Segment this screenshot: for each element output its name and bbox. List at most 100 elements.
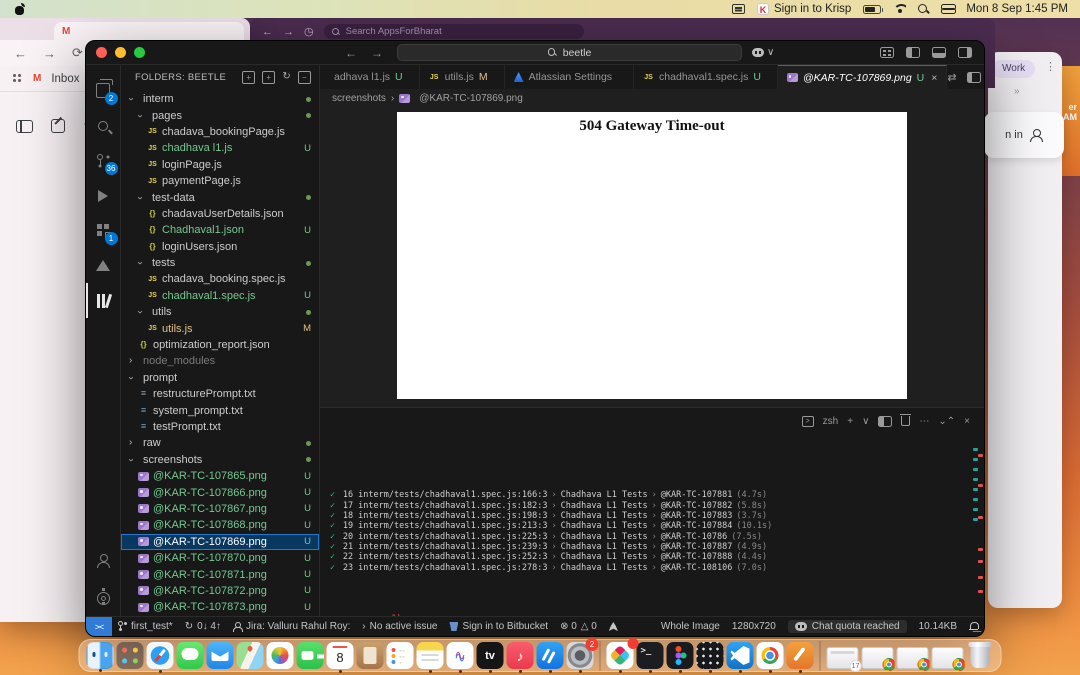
wifi-icon[interactable] (893, 4, 906, 14)
new-file-icon[interactable]: + (242, 71, 255, 84)
tree-item[interactable]: chadhava l1.js U (121, 140, 319, 156)
tree-item[interactable]: Chadhaval1.json U (121, 222, 319, 238)
close-panel-icon[interactable]: × (964, 416, 970, 427)
settings-dock-icon[interactable]: 2 (567, 642, 594, 669)
tree-item[interactable]: utils (121, 304, 319, 320)
shell-label[interactable]: zsh (823, 416, 839, 427)
tree-item[interactable]: @KAR-TC-107873.png U (121, 599, 319, 615)
toggle-sidebar-icon[interactable] (906, 47, 920, 58)
reload-icon[interactable]: ⟳ (72, 45, 83, 61)
collapse-all-icon[interactable]: − (298, 71, 311, 84)
tree-item[interactable]: @KAR-TC-107870.png U (121, 550, 319, 566)
terminal-dock-icon[interactable]: >_ (637, 642, 664, 669)
control-center-icon[interactable] (941, 4, 954, 14)
tab-close-icon[interactable]: × (931, 72, 937, 84)
tree-item[interactable]: pages (121, 107, 319, 123)
overview-ruler[interactable] (973, 436, 983, 614)
dock-separator[interactable] (600, 641, 601, 671)
editor-tab[interactable]: utils.js M (420, 65, 505, 89)
figma-dock-icon[interactable] (667, 642, 694, 669)
nav-forward-icon[interactable]: → (371, 46, 383, 60)
calendar-dock-icon[interactable]: 8 (327, 642, 354, 669)
tree-item[interactable]: @KAR-TC-107865.png U (121, 468, 319, 484)
minimized-window-chrome[interactable] (862, 647, 894, 669)
split-editor-icon[interactable] (967, 72, 981, 83)
tree-item[interactable]: @KAR-TC-107869.png U (121, 534, 319, 550)
tree-item[interactable]: paymentPage.js (121, 173, 319, 189)
editor-tab[interactable]: Atlassian Settings (505, 65, 634, 89)
pencil-dock-icon[interactable] (787, 642, 814, 669)
tree-item[interactable]: utils.js M (121, 320, 319, 336)
command-center-search[interactable]: beetle (397, 44, 742, 61)
work-badge[interactable]: Work (992, 60, 1035, 78)
tree-item[interactable]: chadava_booking.spec.js (121, 271, 319, 287)
new-terminal-icon[interactable]: + (847, 416, 853, 427)
forward-icon[interactable]: → (43, 46, 56, 61)
toggle-secondary-sidebar-icon[interactable] (958, 47, 972, 58)
chevron-down-icon[interactable]: ∨ (862, 416, 869, 427)
dock-separator[interactable] (820, 641, 821, 671)
reminders-dock-icon[interactable] (387, 642, 414, 669)
minimized-window-calendar[interactable]: 17 (827, 647, 859, 669)
kill-terminal-icon[interactable] (901, 416, 910, 426)
maximize-panel-icon[interactable]: ⌄⌃ (938, 416, 955, 427)
maps-dock-icon[interactable] (237, 642, 264, 669)
apple-menu-icon[interactable] (14, 4, 25, 15)
gmail-bookmark-label[interactable]: Inbox (51, 73, 79, 85)
tree-item[interactable]: loginPage.js (121, 157, 319, 173)
tree-item[interactable]: prompt (121, 370, 319, 386)
back-icon[interactable]: ← (14, 46, 27, 61)
bitbucket-signin-item[interactable]: Sign in to Bitbucket (443, 621, 554, 632)
keypad-dock-icon[interactable] (697, 642, 724, 669)
remote-indicator[interactable]: >< (86, 617, 112, 636)
music-dock-icon[interactable]: ♪ (507, 642, 534, 669)
tree-item[interactable]: chadava_bookingPage.js (121, 124, 319, 140)
source-control-icon[interactable]: 36 (86, 143, 121, 178)
slack-dock-icon[interactable] (607, 642, 634, 669)
trash-dock-icon[interactable] (967, 642, 994, 669)
more-actions-icon[interactable]: ⋯ (919, 416, 929, 427)
breadcrumb[interactable]: screenshots › @KAR-TC-107869.png (320, 89, 984, 107)
git-sync-item[interactable]: ↻0↓ 4↑ (179, 621, 227, 632)
toggle-panel-icon[interactable] (932, 47, 946, 58)
history-icon[interactable]: ◷ (304, 25, 314, 38)
tree-item[interactable]: optimization_report.json (121, 337, 319, 353)
settings-gear-icon[interactable] (86, 581, 121, 616)
tree-item[interactable]: @KAR-TC-107872.png U (121, 583, 319, 599)
spotlight-icon[interactable] (918, 4, 929, 15)
testing-icon[interactable] (86, 248, 121, 283)
battery-icon[interactable] (863, 5, 881, 14)
rocket-icon[interactable] (603, 622, 624, 631)
refresh-icon[interactable]: ↻ (282, 71, 291, 84)
apps-search-field[interactable]: Search AppsForBharat (324, 24, 584, 39)
forward-icon[interactable]: → (283, 26, 294, 38)
window-minimize-button[interactable] (115, 47, 126, 58)
tree-item[interactable]: loginUsers.json (121, 239, 319, 255)
image-mode-item[interactable]: Whole Image (655, 621, 726, 632)
appstore-dock-icon[interactable] (537, 642, 564, 669)
messages-dock-icon[interactable] (177, 642, 204, 669)
photos-dock-icon[interactable] (267, 642, 294, 669)
library-icon[interactable] (86, 283, 121, 318)
image-dimensions-item[interactable]: 1280x720 (726, 621, 782, 632)
vscode-dock-icon[interactable] (727, 642, 754, 669)
window-close-button[interactable] (96, 47, 107, 58)
kebab-menu-icon[interactable]: ⋮ (1045, 60, 1056, 73)
accounts-icon[interactable] (86, 546, 121, 581)
nav-back-icon[interactable]: ← (345, 46, 357, 60)
extensions-icon[interactable]: 1 (86, 213, 121, 248)
copilot-menu[interactable]: ∨ (752, 47, 774, 58)
search-icon[interactable] (86, 108, 121, 143)
tree-item[interactable]: @KAR-TC-107866.png U (121, 484, 319, 500)
back-icon[interactable]: ← (262, 26, 273, 38)
split-terminal-icon[interactable] (878, 416, 892, 427)
breadcrumb-file[interactable]: @KAR-TC-107869.png (419, 93, 523, 104)
tree-item[interactable]: restructurePrompt.txt (121, 386, 319, 402)
jira-user-item[interactable]: Jira: Valluru Rahul Roy: (227, 621, 356, 632)
minimized-window-chrome[interactable] (897, 647, 929, 669)
facetime-dock-icon[interactable] (297, 642, 324, 669)
krisp-menu-item[interactable]: K Sign in to Krisp (757, 3, 851, 15)
editor-tab[interactable]: adhava l1.js U (320, 65, 420, 89)
window-zoom-button[interactable] (134, 47, 145, 58)
chrome-dock-icon[interactable] (757, 642, 784, 669)
